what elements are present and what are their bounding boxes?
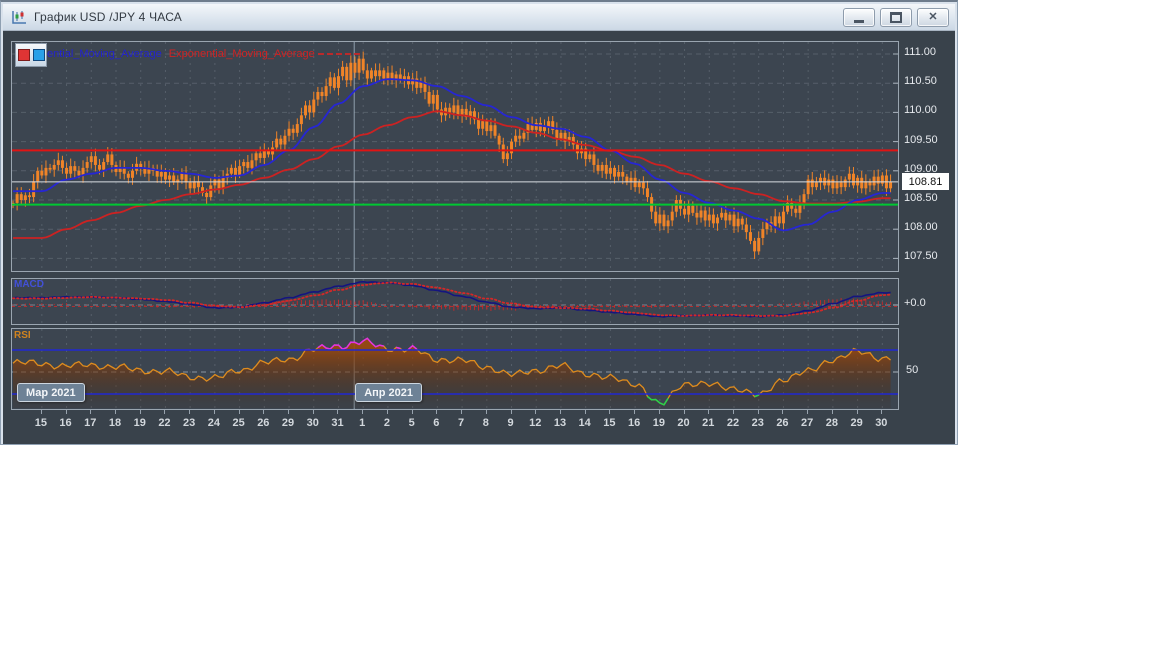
date-label: 9 xyxy=(507,417,514,429)
current-price-label: 108.81 xyxy=(902,173,949,191)
rsi-panel[interactable] xyxy=(11,328,899,410)
date-label: 19 xyxy=(652,417,665,429)
macd-panel-label: MACD xyxy=(14,279,44,290)
date-label: 30 xyxy=(875,417,888,429)
price-tick-label: 110.50 xyxy=(904,75,937,88)
date-label: 20 xyxy=(677,417,690,429)
date-label: 23 xyxy=(751,417,764,429)
date-label: 14 xyxy=(578,417,591,429)
date-label: 16 xyxy=(627,417,641,429)
price-tick-label: 108.00 xyxy=(904,221,938,234)
candlestick-chart-icon xyxy=(11,10,27,25)
date-axis[interactable]: 15 16 17 18 19 22 23 24 25 26 29 30 31 1 2 5 6 7 8 9 12 13 14 1… xyxy=(3,417,955,433)
date-label: 1 xyxy=(359,417,366,429)
legend-toggle-box[interactable] xyxy=(15,43,47,67)
date-label: 31 xyxy=(331,417,344,429)
chart-content: MACD RSI ential_Moving_Average Exponenti… xyxy=(3,31,955,444)
ema-fast-swatch-icon[interactable] xyxy=(32,49,45,61)
date-label: 24 xyxy=(207,417,220,429)
macd-zero-label: +0.0 xyxy=(904,297,926,309)
date-label: 22 xyxy=(158,417,171,429)
date-label: 29 xyxy=(281,417,295,429)
minimize-button[interactable] xyxy=(843,8,875,27)
date-label: 28 xyxy=(825,417,838,429)
date-label: 21 xyxy=(702,417,715,429)
ema-slow-label: Exponential_Moving_Average xyxy=(168,48,315,60)
date-label: 19 xyxy=(133,417,146,429)
month-label-mar: Мар 2021 xyxy=(17,383,85,402)
date-tick-row xyxy=(3,410,955,415)
price-tick-label: 109.50 xyxy=(904,133,938,146)
date-label: 30 xyxy=(306,417,319,429)
month-label-apr: Апр 2021 xyxy=(355,383,423,402)
date-label: 12 xyxy=(529,417,542,429)
date-label: 26 xyxy=(776,417,789,429)
rsi-panel-label: RSI xyxy=(14,330,31,341)
price-tick-label: 110.00 xyxy=(904,104,937,117)
date-label: 13 xyxy=(553,417,567,429)
window-title: График USD /JPY 4 ЧАСА xyxy=(34,10,183,24)
price-chart-panel[interactable] xyxy=(11,41,899,272)
minimize-icon xyxy=(854,19,864,23)
date-label: 16 xyxy=(59,417,72,429)
date-label: 17 xyxy=(84,417,97,429)
rsi-mid-label: 50 xyxy=(906,364,919,376)
date-label: 15 xyxy=(603,417,616,429)
close-icon: ✕ xyxy=(928,11,938,23)
date-label: 15 xyxy=(34,417,47,429)
date-label: 18 xyxy=(108,417,122,429)
date-label: 25 xyxy=(232,417,245,429)
titlebar[interactable]: График USD /JPY 4 ЧАСА ✕ xyxy=(3,4,955,31)
macd-panel[interactable] xyxy=(11,278,899,325)
date-label: 29 xyxy=(850,417,863,429)
date-label: 6 xyxy=(433,417,440,429)
date-label: 23 xyxy=(183,417,196,429)
date-label: 5 xyxy=(408,417,415,429)
date-label: 22 xyxy=(726,417,740,429)
date-label: 26 xyxy=(257,417,270,429)
date-label: 7 xyxy=(458,417,465,429)
price-tick-label: 107.50 xyxy=(904,250,938,263)
restore-icon xyxy=(890,12,902,23)
indicator-legend: ential_Moving_Average Exponential_Moving… xyxy=(15,43,360,67)
ema-fast-label: ential_Moving_Average xyxy=(47,48,162,60)
price-tick-label: 111.00 xyxy=(904,46,937,58)
chart-window: График USD /JPY 4 ЧАСА ✕ MACD RSI ential… xyxy=(0,0,958,445)
price-tick-label: 108.50 xyxy=(904,192,938,204)
date-label: 27 xyxy=(801,417,814,429)
legend-dash-decor xyxy=(317,53,360,55)
restore-button[interactable] xyxy=(880,8,912,27)
date-label: 2 xyxy=(383,417,390,429)
close-button[interactable]: ✕ xyxy=(917,8,949,27)
ema-slow-swatch-icon[interactable] xyxy=(17,49,30,61)
date-label: 8 xyxy=(482,417,489,429)
